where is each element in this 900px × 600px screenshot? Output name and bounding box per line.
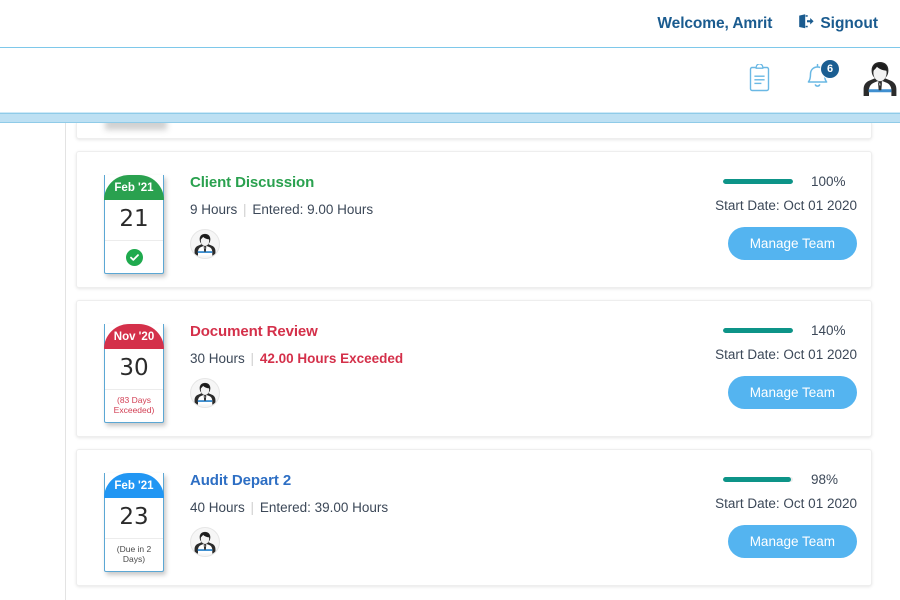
progress-row: 140% [647,323,857,338]
task-info: Document Review 30 Hours | 42.00 Hours E… [190,323,403,408]
task-allotted-hours: 30 Hours [190,351,245,366]
top-welcome-bar: Welcome, Amrit Signout [0,0,900,48]
calendar-status [105,241,163,273]
task-title[interactable]: Audit Depart 2 [190,472,388,489]
task-start-date: Start Date: Oct 01 2020 [647,198,857,213]
calendar-status: (83 Days Exceeded) [105,390,163,422]
task-title[interactable]: Client Discussion [190,174,373,191]
left-sidebar-rail [0,123,66,600]
notifications-button[interactable]: 6 [792,57,844,103]
progress-percent-label: 100% [811,174,857,189]
progress-bar [723,477,793,482]
task-allotted-hours: 9 Hours [190,202,237,217]
task-card[interactable]: Nov '20 30 (83 Days Exceeded) Document R… [76,300,872,437]
notification-badge: 6 [820,59,840,79]
task-hours-summary: 9 Hours | Entered: 9.00 Hours [190,202,373,217]
hours-separator: | [241,202,249,217]
task-title[interactable]: Document Review [190,323,403,340]
progress-bar-fill [723,477,791,482]
check-circle-icon [126,249,143,266]
task-progress-panel: 98% Start Date: Oct 01 2020 Manage Team [647,472,857,558]
manage-team-button[interactable]: Manage Team [728,376,857,409]
manage-team-button[interactable]: Manage Team [728,227,857,260]
task-card[interactable]: Feb '21 21 Client Discussion 9 Hours | E… [76,151,872,288]
member-avatar-icon[interactable] [190,527,220,557]
calendar-status: (Due in 2 Days) [105,539,163,571]
task-entered-hours: 42.00 Hours Exceeded [260,351,403,366]
task-progress-panel: 100% Start Date: Oct 01 2020 Manage Team [647,174,857,260]
calendar-month: Feb '21 [104,175,164,200]
clipboard-icon [748,64,771,97]
due-date-calendar: Feb '21 21 [104,175,164,274]
task-start-date: Start Date: Oct 01 2020 [647,496,857,511]
task-hours-summary: 40 Hours | Entered: 39.00 Hours [190,500,388,515]
progress-bar-fill [723,328,793,333]
calendar-month: Nov '20 [104,324,164,349]
calendar-day: 21 [105,200,163,241]
task-card[interactable]: Feb '21 23 (Due in 2 Days) Audit Depart … [76,449,872,586]
hours-separator: | [249,351,257,366]
due-date-calendar: Nov '20 30 (83 Days Exceeded) [104,324,164,423]
progress-row: 100% [647,174,857,189]
progress-bar [723,179,793,184]
task-card-list: Feb '21 21 Client Discussion 9 Hours | E… [66,123,900,600]
signout-label: Signout [820,15,878,33]
partial-card-ghost [105,123,167,130]
progress-bar [723,328,793,333]
progress-percent-label: 140% [811,323,857,338]
dashboard-body: Feb '21 21 Client Discussion 9 Hours | E… [0,123,900,600]
due-date-calendar: Feb '21 23 (Due in 2 Days) [104,473,164,572]
section-divider-strip [0,113,900,123]
task-entered-hours: Entered: 9.00 Hours [252,202,373,217]
task-card-partial-above [76,123,872,139]
welcome-message: Welcome, Amrit [657,15,772,33]
progress-percent-label: 98% [811,472,857,487]
progress-bar-fill [723,179,793,184]
calendar-month: Feb '21 [104,473,164,498]
task-info: Audit Depart 2 40 Hours | Entered: 39.00… [190,472,388,557]
task-start-date: Start Date: Oct 01 2020 [647,347,857,362]
header-icon-bar: 6 [0,48,900,113]
task-progress-panel: 140% Start Date: Oct 01 2020 Manage Team [647,323,857,409]
hours-separator: | [249,500,257,515]
signout-arrow-icon [798,14,814,34]
task-entered-hours: Entered: 39.00 Hours [260,500,388,515]
calendar-day: 23 [105,498,163,539]
member-avatar-icon[interactable] [190,229,220,259]
task-hours-summary: 30 Hours | 42.00 Hours Exceeded [190,351,403,366]
user-avatar-icon [858,56,900,105]
member-avatar-icon[interactable] [190,378,220,408]
user-avatar-button[interactable] [852,56,900,104]
progress-row: 98% [647,472,857,487]
signout-button[interactable]: Signout [798,14,878,34]
clipboard-button[interactable] [736,57,782,103]
task-allotted-hours: 40 Hours [190,500,245,515]
task-info: Client Discussion 9 Hours | Entered: 9.0… [190,174,373,259]
manage-team-button[interactable]: Manage Team [728,525,857,558]
calendar-day: 30 [105,349,163,390]
